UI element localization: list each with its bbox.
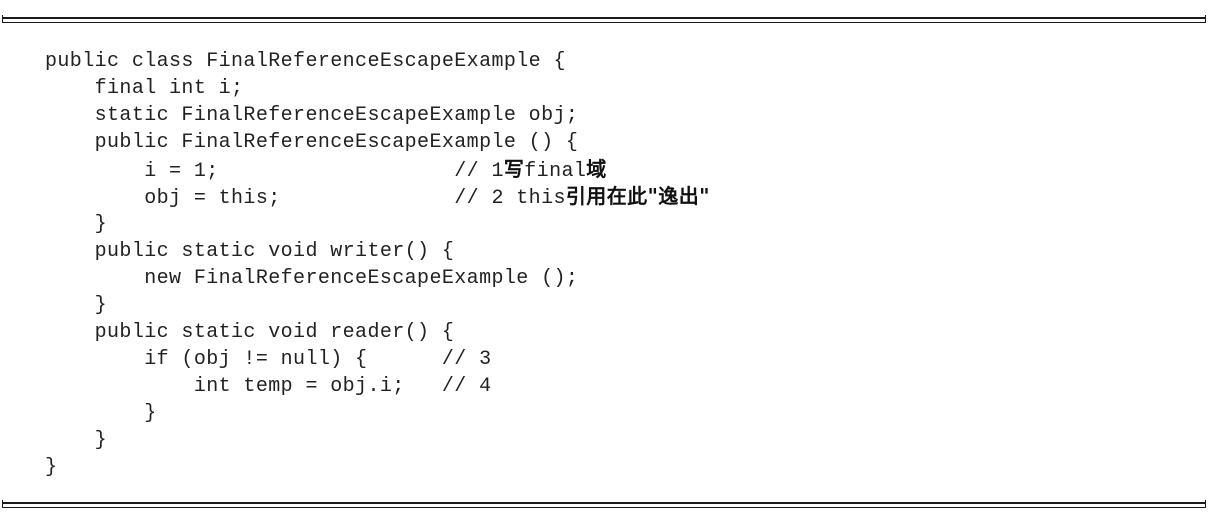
code-line-10: }: [45, 292, 710, 319]
code-listing: public class FinalReferenceEscapeExample…: [45, 48, 710, 482]
code-line-6: obj = this; // 2 this引用在此"逸出": [45, 183, 710, 210]
code-text: public static void writer() {: [45, 239, 455, 263]
code-line-1: public class FinalReferenceEscapeExample…: [45, 48, 710, 75]
code-comment: // 2 this引用在此"逸出": [454, 184, 710, 211]
code-text: public FinalReferenceEscapeExample () {: [45, 131, 579, 155]
code-comment: // 1写final域: [454, 157, 607, 184]
code-text: }: [45, 456, 58, 480]
code-line-13: int temp = obj.i; // 4: [45, 373, 710, 400]
code-line-15: }: [45, 427, 710, 454]
code-line-12: if (obj != null) { // 3: [45, 346, 710, 373]
code-comment: // 4: [441, 375, 492, 399]
code-line-14: }: [45, 400, 710, 427]
code-line-3: static FinalReferenceEscapeExample obj;: [45, 102, 710, 129]
code-line-5: i = 1; // 1写final域: [45, 156, 710, 183]
code-text: i = 1;: [45, 160, 455, 184]
code-text: public class FinalReferenceEscapeExample…: [45, 50, 566, 73]
code-text: new FinalReferenceEscapeExample ();: [45, 266, 579, 290]
code-line-11: public static void reader() {: [45, 319, 710, 346]
code-text: }: [45, 402, 157, 426]
code-text: obj = this;: [45, 187, 455, 211]
code-comment: // 3: [441, 348, 492, 372]
code-text: }: [45, 293, 108, 317]
code-text: static FinalReferenceEscapeExample obj;: [45, 104, 579, 128]
code-line-7: }: [45, 211, 710, 238]
code-line-4: public FinalReferenceEscapeExample () {: [45, 129, 710, 156]
code-text: public static void reader() {: [45, 320, 455, 344]
code-text: if (obj != null) {: [45, 348, 442, 372]
bottom-rule: [2, 500, 1206, 508]
code-line-16: }: [45, 454, 710, 481]
code-line-2: final int i;: [45, 75, 710, 102]
code-line-8: public static void writer() {: [45, 238, 710, 265]
top-rule: [2, 15, 1206, 23]
code-text: }: [45, 429, 108, 453]
code-line-9: new FinalReferenceEscapeExample ();: [45, 265, 710, 292]
code-text: }: [45, 212, 108, 236]
code-text: final int i;: [45, 77, 244, 101]
code-text: int temp = obj.i;: [45, 375, 442, 399]
